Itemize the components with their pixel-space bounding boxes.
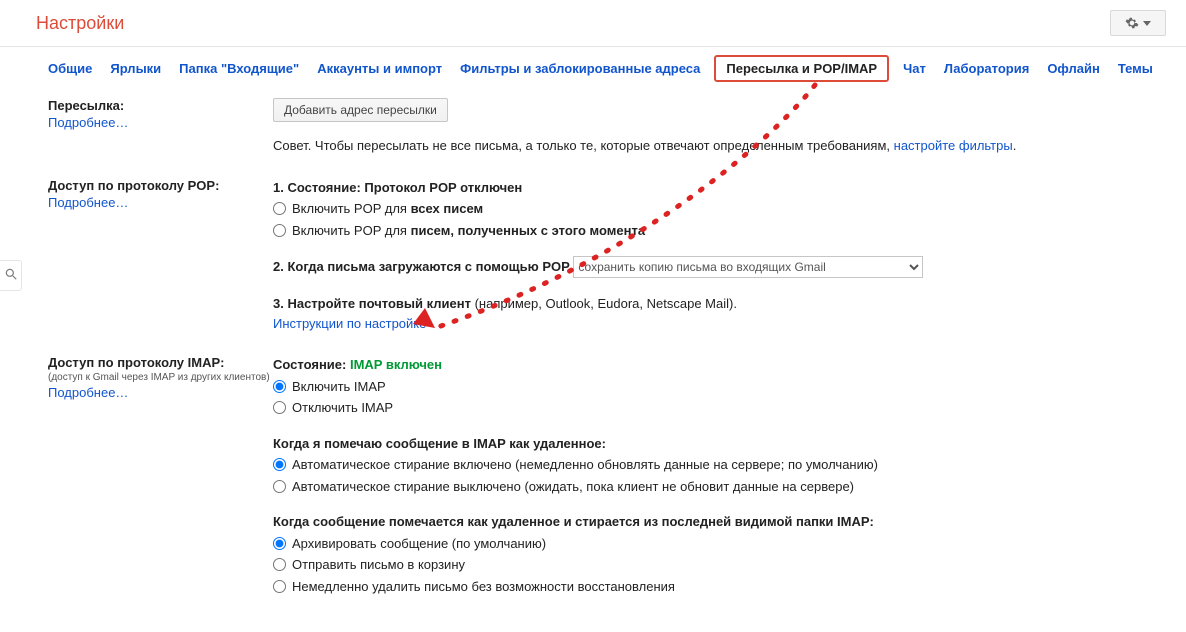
add-forwarding-address-button[interactable]: Добавить адрес пересылки: [273, 98, 448, 122]
pop-learn-more-link[interactable]: Подробнее…: [48, 195, 273, 210]
imap-lf-delete-radio[interactable]: [273, 580, 286, 593]
imap-lastfolder-title: Когда сообщение помечается как удаленное…: [273, 512, 1166, 532]
imap-expunge-on-label: Автоматическое стирание включено (немедл…: [292, 455, 878, 475]
pop-status: Протокол POP отключен: [364, 180, 522, 195]
imap-status-on: IMAP включен: [350, 357, 442, 372]
tab-inbox[interactable]: Папка "Входящие": [179, 61, 299, 76]
tab-forwarding-pop-imap[interactable]: Пересылка и POP/IMAP: [714, 55, 889, 82]
settings-tabs: Общие Ярлыки Папка "Входящие" Аккаунты и…: [0, 47, 1186, 84]
imap-lf-archive-radio[interactable]: [273, 537, 286, 550]
pop-action-select[interactable]: сохранить копию письма во входящих Gmail: [573, 256, 923, 278]
imap-expunge-title: Когда я помечаю сообщение в IMAP как уда…: [273, 434, 1166, 454]
search-icon: [4, 267, 18, 281]
section-imap: Доступ по протоколу IMAP: (доступ к Gmai…: [48, 347, 1166, 612]
tab-offline[interactable]: Офлайн: [1047, 61, 1100, 76]
pop-step2-label: 2. Когда письма загружаются с помощью PO…: [273, 259, 570, 274]
imap-disable-label: Отключить IMAP: [292, 398, 393, 418]
imap-expunge-on-radio[interactable]: [273, 458, 286, 471]
forwarding-hint-suffix: .: [1013, 138, 1017, 153]
page-title: Настройки: [36, 13, 124, 34]
section-forwarding: Пересылка: Подробнее… Добавить адрес пер…: [48, 90, 1166, 170]
tab-filters[interactable]: Фильтры и заблокированные адреса: [460, 61, 700, 76]
imap-sublabel: (доступ к Gmail через IMAP из других кли…: [48, 372, 273, 383]
forwarding-hint-text: Совет. Чтобы пересылать не все письма, а…: [273, 138, 894, 153]
imap-status-prefix: Состояние:: [273, 357, 350, 372]
pop-status-prefix: 1. Состояние:: [273, 180, 364, 195]
imap-expunge-off-label: Автоматическое стирание выключено (ожида…: [292, 477, 854, 497]
forwarding-learn-more-link[interactable]: Подробнее…: [48, 115, 273, 130]
pop-enable-new-bold: писем, полученных с этого момента: [411, 223, 645, 238]
pop-instructions-link[interactable]: Инструкции по настройке: [273, 316, 426, 331]
forwarding-label: Пересылка:: [48, 98, 124, 113]
tab-labs[interactable]: Лаборатория: [944, 61, 1029, 76]
imap-lf-delete-label: Немедленно удалить письмо без возможност…: [292, 577, 675, 597]
tab-general[interactable]: Общие: [48, 61, 92, 76]
imap-expunge-off-radio[interactable]: [273, 480, 286, 493]
left-search-tab[interactable]: [0, 260, 22, 291]
tab-accounts[interactable]: Аккаунты и импорт: [317, 61, 442, 76]
imap-lf-archive-label: Архивировать сообщение (по умолчанию): [292, 534, 546, 554]
tab-labels[interactable]: Ярлыки: [110, 61, 161, 76]
imap-lf-trash-label: Отправить письмо в корзину: [292, 555, 465, 575]
pop-enable-all-radio[interactable]: [273, 202, 286, 215]
pop-enable-new-prefix: Включить POP для: [292, 223, 411, 238]
pop-enable-all-bold: всех писем: [411, 201, 484, 216]
configure-filters-link[interactable]: настройте фильтры: [894, 138, 1013, 153]
imap-enable-label: Включить IMAP: [292, 377, 386, 397]
pop-step3-bold: 3. Настройте почтовый клиент: [273, 296, 471, 311]
settings-gear-button[interactable]: [1110, 10, 1166, 36]
pop-enable-new-radio[interactable]: [273, 224, 286, 237]
imap-lf-trash-radio[interactable]: [273, 558, 286, 571]
imap-label: Доступ по протоколу IMAP:: [48, 355, 224, 370]
pop-enable-all-prefix: Включить POP для: [292, 201, 411, 216]
chevron-down-icon: [1143, 21, 1151, 26]
gear-icon: [1125, 16, 1139, 30]
pop-step3-rest: (например, Outlook, Eudora, Netscape Mai…: [471, 296, 737, 311]
section-pop: Доступ по протоколу POP: Подробнее… 1. С…: [48, 170, 1166, 348]
imap-learn-more-link[interactable]: Подробнее…: [48, 385, 273, 400]
imap-disable-radio[interactable]: [273, 401, 286, 414]
pop-label: Доступ по протоколу POP:: [48, 178, 219, 193]
imap-enable-radio[interactable]: [273, 380, 286, 393]
tab-chat[interactable]: Чат: [903, 61, 926, 76]
tab-themes[interactable]: Темы: [1118, 61, 1153, 76]
